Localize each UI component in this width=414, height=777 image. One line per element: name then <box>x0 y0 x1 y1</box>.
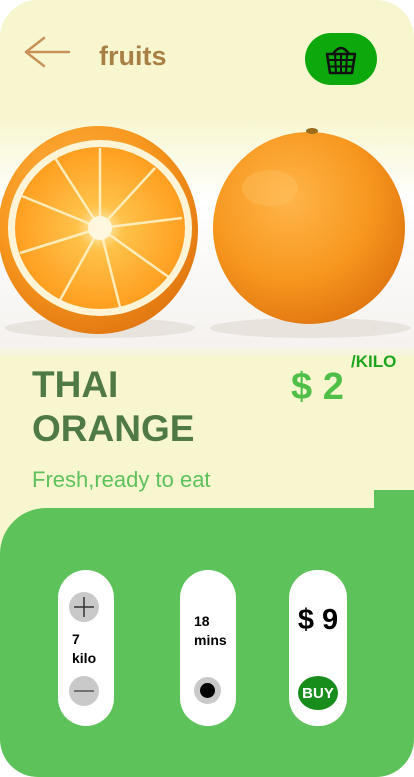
basket-icon <box>325 46 357 75</box>
back-arrow-icon <box>24 36 71 68</box>
quantity-value: 7 kilo <box>72 630 96 668</box>
product-tagline: Fresh,ready to eat <box>32 467 211 492</box>
delivery-select-radio[interactable] <box>194 677 221 704</box>
product-name: THAI ORANGE <box>32 363 262 451</box>
decrease-quantity-button[interactable] <box>69 676 99 706</box>
quantity-unit: kilo <box>72 650 97 666</box>
orange-product-image <box>0 118 414 358</box>
price-unit: /KILO <box>351 352 397 371</box>
cart-button[interactable] <box>305 33 377 85</box>
delivery-time: 18 mins <box>194 612 227 650</box>
back-button[interactable] <box>22 34 72 70</box>
minus-icon <box>74 690 94 692</box>
delivery-time-unit: mins <box>194 632 227 648</box>
product-name-line2: ORANGE <box>32 408 195 449</box>
price-per-kilo: $ 2 <box>291 366 344 408</box>
buy-button[interactable]: BUY <box>298 676 338 710</box>
order-summary: $ 9 BUY <box>289 570 347 726</box>
delivery-time-option: 18 mins <box>180 570 236 726</box>
delivery-time-number: 18 <box>194 613 210 629</box>
quantity-number: 7 <box>72 631 80 647</box>
increase-quantity-button[interactable] <box>69 592 99 622</box>
quantity-stepper: 7 kilo <box>58 570 114 726</box>
plus-icon <box>74 597 94 617</box>
page-title: fruits <box>99 41 167 71</box>
radio-dot-icon <box>200 683 215 698</box>
product-name-line1: THAI <box>32 364 119 405</box>
app-screen: fruits THAI ORANGE /KILO $ 2 Fresh,ready… <box>0 0 414 777</box>
order-total: $ 9 <box>297 604 339 636</box>
